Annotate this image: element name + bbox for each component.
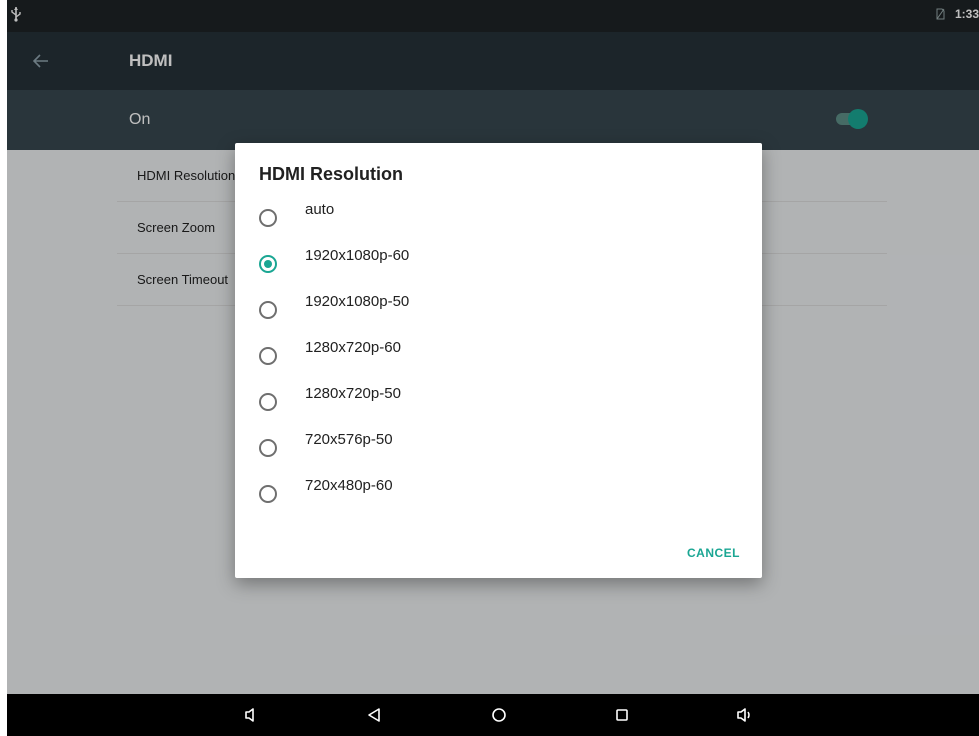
navigation-bar [7, 694, 979, 736]
cancel-button[interactable]: CANCEL [687, 546, 740, 560]
option-auto[interactable]: auto [235, 195, 762, 241]
resolution-options: auto 1920x1080p-60 1920x1080p-50 1280x72… [235, 195, 762, 517]
radio-button[interactable] [259, 347, 277, 365]
radio-button-selected[interactable] [259, 255, 277, 273]
option-1280x720p-50[interactable]: 1280x720p-50 [235, 379, 762, 425]
option-720x576p-50[interactable]: 720x576p-50 [235, 425, 762, 471]
dialog-title: HDMI Resolution [259, 164, 403, 184]
option-1280x720p-60[interactable]: 1280x720p-60 [235, 333, 762, 379]
device-screen: 1:33 HDMI On HDMI Resolution Screen Zoom… [7, 0, 979, 736]
volume-up-icon[interactable] [735, 705, 755, 725]
option-label: 1280x720p-60 [305, 339, 401, 356]
radio-button[interactable] [259, 209, 277, 227]
radio-button[interactable] [259, 439, 277, 457]
radio-button[interactable] [259, 393, 277, 411]
option-1920x1080p-50[interactable]: 1920x1080p-50 [235, 287, 762, 333]
option-label: 1920x1080p-60 [305, 247, 410, 264]
radio-button[interactable] [259, 301, 277, 319]
option-label: 1280x720p-50 [305, 385, 401, 402]
recents-icon[interactable] [612, 705, 632, 725]
back-icon[interactable] [364, 705, 384, 725]
option-label: auto [305, 201, 335, 218]
hdmi-resolution-dialog: HDMI Resolution auto 1920x1080p-60 1920x… [235, 143, 762, 578]
volume-down-icon[interactable] [241, 705, 261, 725]
option-label: 1920x1080p-50 [305, 293, 410, 310]
option-label: 720x480p-60 [305, 477, 393, 494]
home-icon[interactable] [489, 705, 509, 725]
option-720x480p-60[interactable]: 720x480p-60 [235, 471, 762, 517]
radio-button[interactable] [259, 485, 277, 503]
option-1920x1080p-60[interactable]: 1920x1080p-60 [235, 241, 762, 287]
option-label: 720x576p-50 [305, 431, 393, 448]
